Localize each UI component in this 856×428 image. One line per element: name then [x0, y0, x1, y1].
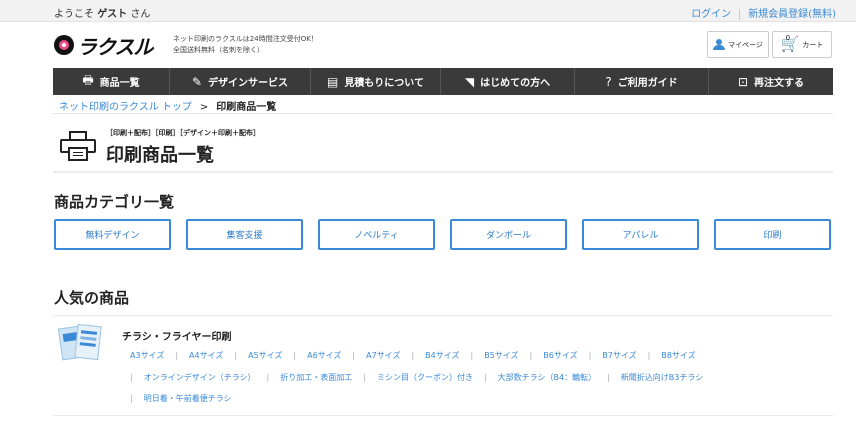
login-link[interactable]: ログイン	[691, 9, 731, 20]
size-link-b7[interactable]: B7サイズ	[602, 351, 636, 360]
main-nav: 🖶 商品一覧 ✎ デザインサービス ▤ 見積もりについて ◥ はじめての方へ ? ご利用ガ…	[53, 68, 833, 95]
nav-item-beginners[interactable]: ◥ はじめての方へ	[441, 68, 575, 95]
nav-label: はじめての方へ	[480, 78, 551, 89]
size-links-row: A3サイズ | A4サイズ | A5サイズ | A6サイズ | A7サイズ | B4サイズ | B5サイ…	[130, 351, 696, 360]
nav-label: ご利用ガイド	[617, 78, 678, 89]
breadcrumb: ネット印刷のラクスル トップ > 印刷商品一覧	[59, 98, 276, 113]
welcome-text: ようこそ ゲスト さん	[54, 9, 151, 20]
printer-icon	[60, 131, 96, 161]
cart-button[interactable]: 🛒 0 カート	[772, 31, 832, 58]
category-button-cardboard[interactable]: ダンボール	[450, 219, 567, 250]
category-button-novelty[interactable]: ノベルティ	[318, 219, 435, 250]
nav-item-guide[interactable]: ? ご利用ガイド	[575, 68, 709, 95]
size-link-a3[interactable]: A3サイズ	[130, 351, 164, 360]
product-name[interactable]: チラシ・フライヤー印刷	[122, 328, 232, 343]
breadcrumb-current: 印刷商品一覧	[216, 102, 277, 113]
question-icon: ?	[605, 74, 612, 89]
cart-count: 0	[785, 34, 791, 42]
printer-icon: 🖶	[82, 73, 94, 87]
size-link-b5[interactable]: B5サイズ	[484, 351, 518, 360]
option-link-express-delivery[interactable]: 明日着・午前着便チラシ	[144, 394, 232, 403]
breadcrumb-separator: >	[199, 102, 209, 113]
pen-icon: ✎	[191, 74, 203, 89]
page-subtitle: ［印刷＋配布］［印刷］［デザイン＋印刷＋配布］	[106, 129, 260, 137]
size-link-a4[interactable]: A4サイズ	[189, 351, 223, 360]
cart-icon: 🛒 0	[781, 34, 800, 52]
nav-item-estimate[interactable]: ▤ 見積もりについて	[311, 68, 441, 95]
mypage-label: マイページ	[728, 40, 763, 49]
category-button-free-design[interactable]: 無料デザイン	[54, 219, 171, 250]
account-links: ログイン 新規会員登録(無料)	[691, 5, 836, 20]
nav-label: デザインサービス	[208, 78, 289, 89]
popular-heading: 人気の商品	[54, 289, 130, 307]
size-link-a7[interactable]: A7サイズ	[366, 351, 400, 360]
size-link-a5[interactable]: A5サイズ	[248, 351, 282, 360]
size-link-b8[interactable]: B8サイズ	[661, 351, 695, 360]
tagline: ネット印刷のラクスルは24時間注文受付OK！ 全国送料無料（名刺を除く）	[173, 34, 318, 56]
document-icon: ▤	[326, 74, 339, 89]
breadcrumb-home-link[interactable]: ネット印刷のラクスル トップ	[59, 102, 192, 113]
reorder-icon: ⊡	[737, 74, 749, 89]
option-link-folding[interactable]: 折り加工・表面加工	[280, 373, 352, 382]
category-button-marketing[interactable]: 集客支援	[186, 219, 303, 250]
option-link-online-design[interactable]: オンラインデザイン（チラシ）	[144, 373, 256, 382]
option-links-row: | オンラインデザイン（チラシ） | 折り加工・表面加工 | ミシン目（クーポン）付き | 大…	[130, 373, 704, 382]
size-link-b4[interactable]: B4サイズ	[425, 351, 459, 360]
tagline-line-1: ネット印刷のラクスルは24時間注文受付OK！	[173, 35, 318, 43]
nav-label: 再注文する	[754, 78, 805, 89]
nav-item-products[interactable]: 🖶 商品一覧	[53, 68, 170, 95]
beginner-icon: ◥	[464, 74, 475, 89]
divider	[739, 8, 741, 20]
option-link-perforation[interactable]: ミシン目（クーポン）付き	[377, 373, 473, 382]
nav-item-reorder[interactable]: ⊡ 再注文する	[709, 68, 833, 95]
nav-label: 商品一覧	[99, 78, 140, 89]
delivery-links-row: | 明日着・午前着便チラシ	[130, 394, 232, 403]
cart-label: カート	[802, 40, 824, 49]
header: ラクスル ネット印刷のラクスルは24時間注文受付OK！ 全国送料無料（名刺を除く…	[0, 22, 856, 68]
tagline-line-2: 全国送料無料（名刺を除く）	[173, 46, 264, 54]
flyer-thumbnail[interactable]	[57, 323, 104, 361]
site-logo[interactable]: ラクスル	[54, 34, 153, 59]
person-icon	[713, 39, 726, 50]
mypage-button[interactable]: マイページ	[707, 31, 769, 58]
size-link-a6[interactable]: A6サイズ	[307, 351, 341, 360]
register-link[interactable]: 新規会員登録(無料)	[748, 9, 836, 20]
option-link-newspaper-insert[interactable]: 新聞折込向けB3チラシ	[621, 373, 703, 382]
divider	[53, 415, 833, 416]
category-heading: 商品カテゴリ一覧	[54, 193, 175, 211]
category-button-printing[interactable]: 印刷	[714, 219, 831, 250]
size-link-b6[interactable]: B6サイズ	[543, 351, 577, 360]
category-button-apparel[interactable]: アパレル	[582, 219, 699, 250]
divider	[53, 315, 833, 316]
nav-item-design-service[interactable]: ✎ デザインサービス	[170, 68, 311, 95]
divider	[53, 113, 833, 114]
nav-label: 見積もりについて	[344, 78, 425, 89]
page-title: 印刷商品一覧	[106, 145, 214, 166]
divider	[53, 171, 833, 173]
logo-mark-icon	[54, 35, 74, 55]
logo-wordmark: ラクスル	[77, 34, 153, 59]
option-link-bulk-flyer[interactable]: 大部数チラシ（B4：輪転）	[498, 373, 596, 382]
top-bar: ようこそ ゲスト さん ログイン 新規会員登録(無料)	[0, 0, 856, 22]
